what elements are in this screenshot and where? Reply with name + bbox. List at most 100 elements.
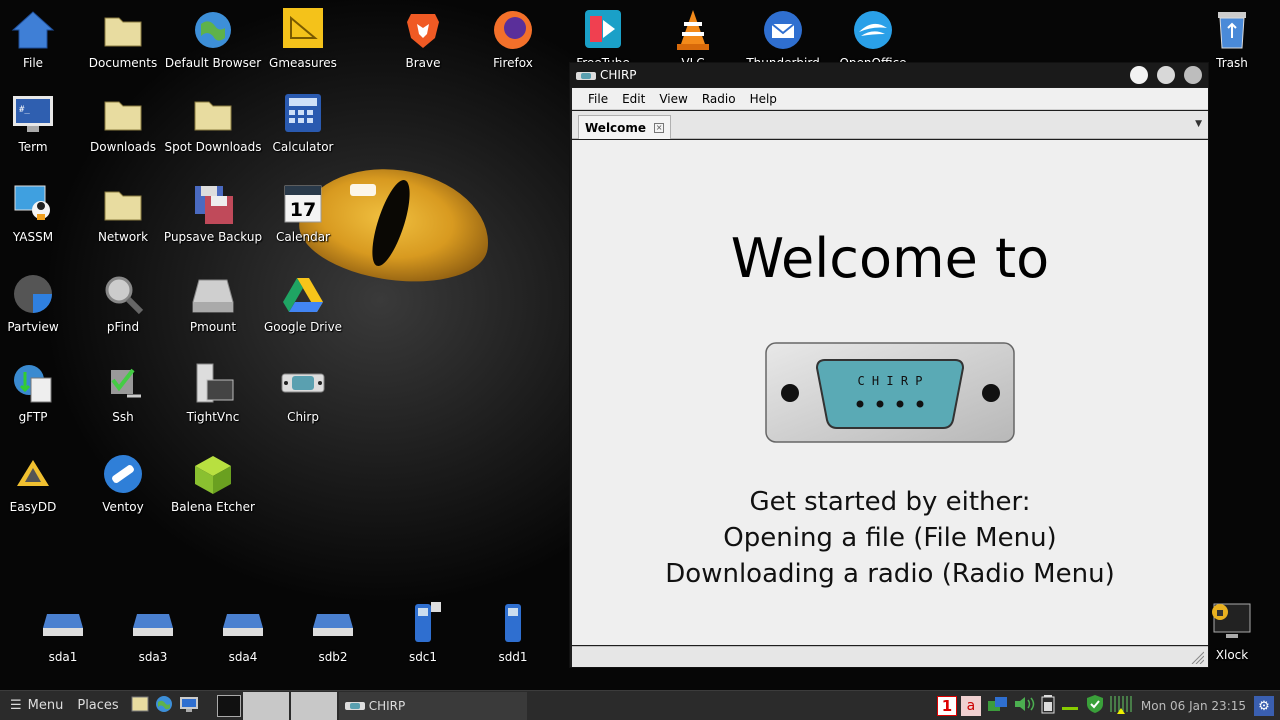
settings-gear-icon[interactable]: ⚙ — [1254, 696, 1274, 716]
task-label: CHIRP — [368, 698, 406, 713]
firewall-shield-icon[interactable] — [1085, 694, 1105, 718]
desktop-icon-gmeasures[interactable]: Gmeasures — [251, 8, 355, 70]
tab-list-arrow-icon[interactable]: ▼ — [1195, 119, 1202, 129]
desktop-icon-label: Network — [97, 230, 149, 244]
getting-started-line: Get started by either: — [749, 487, 1031, 517]
desktop-icon-sdc1[interactable]: sdc1 — [371, 602, 475, 664]
show-desktop-icon[interactable] — [179, 695, 199, 717]
workspace-1[interactable] — [216, 694, 241, 717]
desktop-icon-label: Ssh — [112, 410, 134, 424]
desktop-icon-label: Xlock — [1215, 648, 1249, 662]
volume-icon[interactable] — [1013, 695, 1035, 717]
minimize-button[interactable] — [1130, 66, 1148, 84]
desktop-icon-ssh[interactable]: Ssh — [71, 362, 175, 424]
svg-text:#_: #_ — [19, 105, 30, 115]
brave-icon — [401, 8, 445, 52]
getting-started-line: Opening a file (File Menu) — [723, 523, 1057, 553]
freetube-icon — [581, 8, 625, 52]
menu-help[interactable]: Help — [744, 90, 783, 108]
desktop-icon-spot-downloads[interactable]: Spot Downloads — [161, 92, 265, 154]
clock[interactable]: Mon 06 Jan 23:15 — [1141, 699, 1246, 713]
workspace-3[interactable] — [290, 691, 337, 720]
desktop-icon-label: Brave — [405, 56, 441, 70]
desktop-icon-calculator[interactable]: Calculator — [251, 92, 355, 154]
hdd-icon — [41, 602, 85, 646]
desktop-icon-google-drive[interactable]: Google Drive — [251, 272, 355, 334]
menu-file[interactable]: File — [582, 90, 614, 108]
desktop-icon-ventoy[interactable]: Ventoy — [71, 452, 175, 514]
serial-port-icon — [344, 696, 365, 715]
menu-view[interactable]: View — [653, 90, 693, 108]
desktop-icon-label: File — [22, 56, 44, 70]
desktop-icon-label: Ventoy — [102, 500, 144, 514]
calculator-icon — [281, 92, 325, 136]
resize-grip-icon[interactable] — [1190, 650, 1204, 664]
desktop-icon-label: Downloads — [90, 140, 156, 154]
desktop-icon-label: Firefox — [493, 56, 533, 70]
window-titlebar[interactable]: CHIRP — [570, 63, 1208, 87]
maximize-button[interactable] — [1157, 66, 1175, 84]
desktop-icon-default-browser[interactable]: Default Browser — [161, 8, 265, 70]
drive-icon — [191, 272, 235, 316]
desktop-icon-tightvnc[interactable]: TightVnc — [161, 362, 265, 424]
desktop-icon-label: sdd1 — [498, 650, 528, 664]
task-chirp[interactable]: CHIRP — [338, 691, 527, 720]
menu-button[interactable]: ☰ Menu — [10, 698, 63, 713]
desktop-icon-freetube[interactable]: FreeTube — [551, 8, 655, 70]
menu-bar: File Edit View Radio Help — [572, 88, 1208, 110]
desktop-icon-sdb2[interactable]: sdb2 — [281, 602, 385, 664]
tab-label: Welcome — [585, 120, 647, 135]
desktop-icon-pfind[interactable]: pFind — [71, 272, 175, 334]
battery-icon[interactable] — [1041, 694, 1055, 718]
desktop-icon-label: Gmeasures — [269, 56, 337, 70]
network-meter-icon[interactable] — [1109, 694, 1133, 718]
menu-edit[interactable]: Edit — [616, 90, 651, 108]
desktop-icon-label: pFind — [106, 320, 140, 334]
desktop-icon-balena-etcher[interactable]: Balena Etcher — [161, 452, 265, 514]
keyboard-layout-indicator[interactable]: a — [960, 696, 981, 716]
tab-welcome[interactable]: Welcome × — [578, 115, 672, 139]
menu-radio[interactable]: Radio — [696, 90, 742, 108]
desktop-icon-network[interactable]: Network — [71, 182, 175, 244]
desktop-icon-documents[interactable]: Documents — [71, 8, 175, 70]
desktop-icon-sdd1[interactable]: sdd1 — [461, 602, 565, 664]
desktop-icon-sda1[interactable]: sda1 — [11, 602, 115, 664]
file-manager-launcher-icon[interactable] — [131, 696, 149, 716]
desktop-icon-vlc[interactable]: VLC — [641, 8, 745, 70]
chirp-logo: C H I R P — [765, 342, 1015, 443]
desktop-icon-sda4[interactable]: sda4 — [191, 602, 295, 664]
browser-launcher-icon[interactable] — [155, 695, 173, 717]
folder-icon — [101, 182, 145, 226]
getting-started-text: Get started by either: Opening a file (F… — [572, 484, 1208, 592]
welcome-heading: Welcome to — [730, 227, 1050, 290]
cpu-meter-icon[interactable] — [1061, 695, 1079, 717]
workspace-2[interactable] — [242, 691, 289, 720]
desktop-icon-sda3[interactable]: sda3 — [101, 602, 205, 664]
cube-icon — [191, 452, 235, 496]
magnifier-icon — [101, 272, 145, 316]
workspace-indicator[interactable]: 1 — [936, 696, 957, 716]
desktop-icon-label: Spot Downloads — [164, 140, 262, 154]
desktop-icon-openoffice[interactable]: OpenOffice — [821, 8, 925, 70]
desktop-icon-label: Chirp — [287, 410, 319, 424]
desktop-icon-label: Google Drive — [263, 320, 343, 334]
desktop-icon-label: YASSM — [12, 230, 54, 244]
desktop-icon-thunderbird[interactable]: Thunderbird — [731, 8, 835, 70]
desktop-icon-chirp[interactable]: Chirp — [251, 362, 355, 424]
desktop-icon-trash[interactable]: Trash — [1180, 8, 1280, 70]
network-icon[interactable] — [987, 695, 1009, 717]
hdd-icon — [221, 602, 265, 646]
desktop-icon-pupsave-backup[interactable]: Pupsave Backup — [161, 182, 265, 244]
close-button[interactable] — [1184, 66, 1202, 84]
desktop-icon-label: Balena Etcher — [171, 500, 255, 514]
desktop-icon-pmount[interactable]: Pmount — [161, 272, 265, 334]
desktop-icon-firefox[interactable]: Firefox — [461, 8, 565, 70]
desktop-icon-downloads[interactable]: Downloads — [71, 92, 175, 154]
desktop-icon-calendar[interactable]: 17 Calendar — [251, 182, 355, 244]
desktop-icon-brave[interactable]: Brave — [371, 8, 475, 70]
logo-text: C H I R P — [857, 374, 922, 388]
globe-icon — [191, 8, 235, 52]
desktop-icon-label: sdc1 — [408, 650, 438, 664]
places-menu[interactable]: Places — [77, 698, 118, 713]
tab-close-icon[interactable]: × — [654, 122, 665, 133]
